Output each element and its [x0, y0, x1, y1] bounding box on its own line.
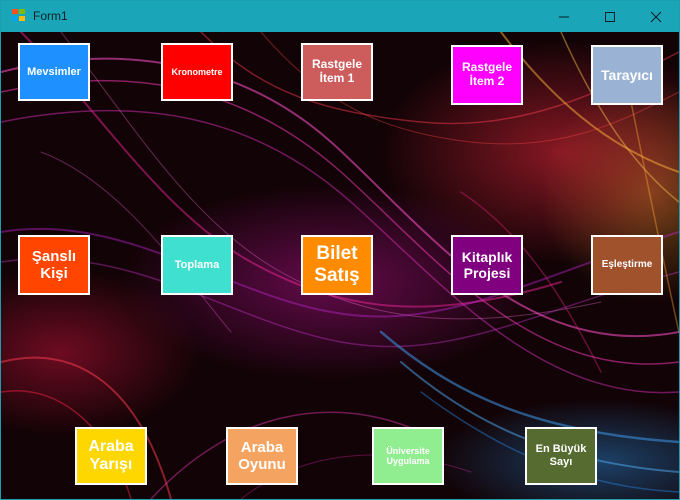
- close-icon: [650, 11, 662, 23]
- minimize-button[interactable]: [541, 1, 587, 32]
- close-button[interactable]: [633, 1, 679, 32]
- rastgele-item-1-button[interactable]: Rastgele İtem 1: [301, 43, 373, 101]
- maximize-icon: [605, 12, 615, 22]
- en-buyuk-sayi-label: En Büyük Sayı: [535, 443, 587, 468]
- kronometre-button[interactable]: Kronometre: [161, 43, 233, 101]
- minimize-icon: [559, 16, 569, 18]
- universite-uygulama-label: Üniversite Uygulama: [386, 445, 430, 466]
- tarayici-label: Tarayıcı: [601, 66, 653, 83]
- eslestirme-button[interactable]: Eşleştirme: [591, 235, 663, 295]
- universite-uygulama-button[interactable]: Üniversite Uygulama: [372, 427, 444, 485]
- kitaplik-projesi-button[interactable]: Kitaplık Projesi: [451, 235, 523, 295]
- araba-yarisi-button[interactable]: Araba Yarışı: [75, 427, 147, 485]
- toplama-button[interactable]: Toplama: [161, 235, 233, 295]
- tarayici-button[interactable]: Tarayıcı: [591, 45, 663, 105]
- title-bar[interactable]: Form1: [1, 1, 679, 32]
- sansli-kisi-button[interactable]: Şanslı Kişi: [18, 235, 90, 295]
- rastgele-item-2-label: Rastgele İtem 2: [461, 60, 513, 88]
- window-title: Form1: [33, 9, 68, 23]
- maximize-button[interactable]: [587, 1, 633, 32]
- eslestirme-label: Eşleştirme: [601, 259, 653, 271]
- araba-oyunu-label: Araba Oyunu: [238, 438, 286, 473]
- kronometre-label: Kronometre: [171, 66, 223, 77]
- bilet-satis-label: Bilet Satış: [314, 243, 360, 286]
- app-window: Form1 Mevsimler Kronometre Rastgele İtem…: [0, 0, 680, 500]
- rastgele-item-1-label: Rastgele İtem 1: [311, 57, 363, 85]
- mevsimler-label: Mevsimler: [27, 65, 81, 78]
- app-icon: [12, 9, 26, 22]
- rastgele-item-2-button[interactable]: Rastgele İtem 2: [451, 45, 523, 105]
- form-client-area: Mevsimler Kronometre Rastgele İtem 1 Ras…: [1, 32, 679, 499]
- kitaplik-projesi-label: Kitaplık Projesi: [461, 248, 513, 281]
- sansli-kisi-label: Şanslı Kişi: [31, 247, 77, 282]
- bilet-satis-button[interactable]: Bilet Satış: [301, 235, 373, 295]
- araba-yarisi-label: Araba Yarışı: [88, 437, 134, 473]
- en-buyuk-sayi-button[interactable]: En Büyük Sayı: [525, 427, 597, 485]
- mevsimler-button[interactable]: Mevsimler: [18, 43, 90, 101]
- araba-oyunu-button[interactable]: Araba Oyunu: [226, 427, 298, 485]
- toplama-label: Toplama: [174, 258, 220, 271]
